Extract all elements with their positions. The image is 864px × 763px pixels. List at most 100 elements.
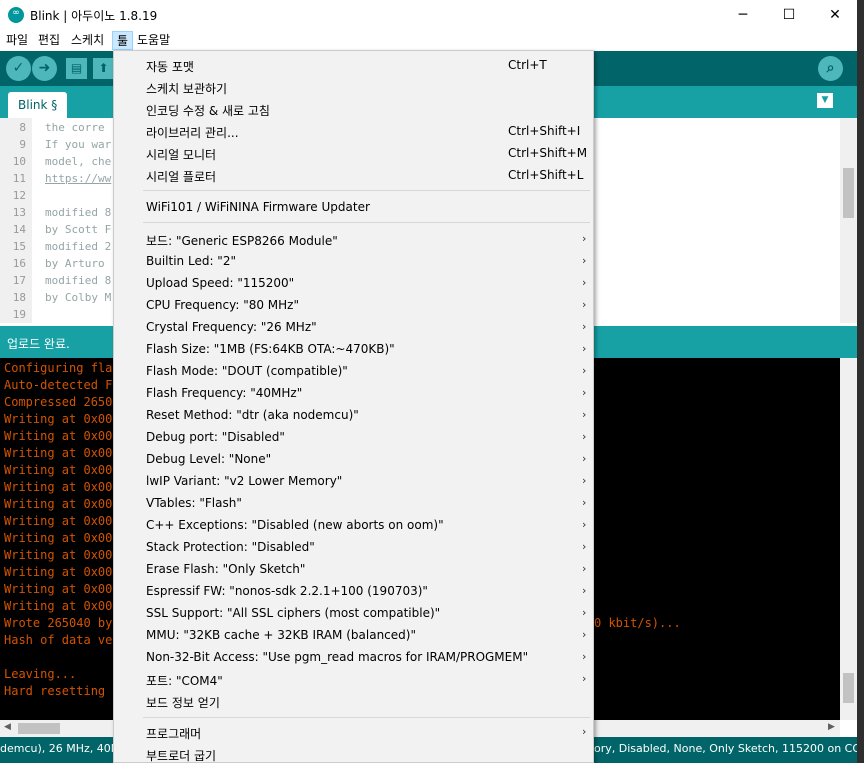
verify-button[interactable]: ✓ <box>6 56 31 81</box>
menu-item-board[interactable]: 보드: "Generic ESP8266 Module" <box>146 232 338 249</box>
menu-item-ssl-support[interactable]: SSL Support: "All SSL ciphers (most comp… <box>146 606 440 620</box>
menu-file[interactable]: 파일 <box>2 31 32 50</box>
scroll-right-icon[interactable]: ▶ <box>828 722 835 732</box>
line-number: 18 <box>12 291 26 304</box>
line-number: 9 <box>19 138 26 151</box>
menu-item-debug-level[interactable]: Debug Level: "None" <box>146 452 271 466</box>
menu-item-port[interactable]: 포트: "COM4" <box>146 672 223 689</box>
menu-separator <box>143 717 590 718</box>
title-bar: ∞ Blink | 아두이노 1.8.19 ─ ☐ ✕ <box>0 0 857 30</box>
submenu-arrow-icon: › <box>582 254 587 267</box>
menu-item-archive-sketch[interactable]: 스케치 보관하기 <box>146 80 227 97</box>
board-info-left: demcu), 26 MHz, 40MH <box>0 742 129 755</box>
menu-item-erase-flash[interactable]: Erase Flash: "Only Sketch" <box>146 562 305 576</box>
code-line: modified 2 <box>45 240 112 253</box>
code-line: the corre <box>45 121 105 134</box>
menu-item-mmu[interactable]: MMU: "32KB cache + 32KB IRAM (balanced)" <box>146 628 416 642</box>
console-line: Writing at 0x00 <box>4 531 113 545</box>
line-number: 14 <box>12 223 26 236</box>
menu-item-espressif-fw[interactable]: Espressif FW: "nonos-sdk 2.2.1+100 (1907… <box>146 584 428 598</box>
submenu-arrow-icon: › <box>582 430 587 443</box>
console-line: Writing at 0x00 <box>4 599 113 613</box>
menu-item-serial-plotter[interactable]: 시리얼 플로터 <box>146 168 216 185</box>
submenu-arrow-icon: › <box>582 232 587 245</box>
submenu-arrow-icon: › <box>582 342 587 355</box>
line-number: 15 <box>12 240 26 253</box>
menu-tools[interactable]: 툴 <box>112 31 134 50</box>
scroll-left-icon[interactable]: ◀ <box>4 722 11 732</box>
maximize-button[interactable]: ☐ <box>766 0 812 30</box>
menu-item-flash-frequency[interactable]: Flash Frequency: "40MHz" <box>146 386 302 400</box>
line-number: 8 <box>19 121 26 134</box>
menu-item-auto-format[interactable]: 자동 포맷 <box>146 58 194 75</box>
editor-scroll-thumb[interactable] <box>843 168 854 218</box>
serial-monitor-button[interactable]: ⌕ <box>818 56 843 81</box>
arduino-ide-window: ∞ Blink | 아두이노 1.8.19 ─ ☐ ✕ 파일 편집 스케치 툴 … <box>0 0 857 763</box>
check-icon: ✓ <box>12 60 25 76</box>
menu-item-reset-method[interactable]: Reset Method: "dtr (aka nodemcu)" <box>146 408 359 422</box>
submenu-arrow-icon: › <box>582 518 587 531</box>
menu-item-non-32-bit-access[interactable]: Non-32-Bit Access: "Use pgm_read macros … <box>146 650 528 664</box>
menu-item-get-board-info[interactable]: 보드 정보 얻기 <box>146 694 220 711</box>
console-vertical-thumb[interactable] <box>843 673 854 703</box>
line-number: 12 <box>12 189 26 202</box>
menu-item-firmware-updater[interactable]: WiFi101 / WiFiNINA Firmware Updater <box>146 200 370 214</box>
code-line: modified 8 <box>45 274 112 287</box>
console-line: Writing at 0x00 <box>4 463 113 477</box>
console-line: Hard resetting v <box>4 684 120 698</box>
submenu-arrow-icon: › <box>582 672 587 685</box>
close-button[interactable]: ✕ <box>812 0 857 30</box>
menu-item-vtables[interactable]: VTables: "Flash" <box>146 496 242 510</box>
console-line: Hash of data ve <box>4 633 113 647</box>
line-number: 17 <box>12 274 26 287</box>
code-line: by Colby M <box>45 291 112 304</box>
submenu-arrow-icon: › <box>582 606 587 619</box>
code-line: by Scott F <box>45 223 112 236</box>
menu-item-flash-size[interactable]: Flash Size: "1MB (FS:64KB OTA:~470KB)" <box>146 342 395 356</box>
tools-menu-dropdown: 자동 포맷 Ctrl+T 스케치 보관하기 인코딩 수정 & 새로 고침 라이브… <box>113 50 594 763</box>
menu-item-crystal-frequency[interactable]: Crystal Frequency: "26 MHz" <box>146 320 317 334</box>
console-line: Writing at 0x00 <box>4 446 113 460</box>
upload-button[interactable]: ➜ <box>32 56 57 81</box>
new-sketch-button[interactable]: ▤ <box>66 58 87 79</box>
menu-item-flash-mode[interactable]: Flash Mode: "DOUT (compatible)" <box>146 364 348 378</box>
menu-edit[interactable]: 편집 <box>34 31 64 50</box>
menu-bar: 파일 편집 스케치 툴 도움말 <box>0 30 857 51</box>
editor-scrollbar[interactable] <box>840 118 857 323</box>
console-rate-text: 0 kbit/s)... <box>594 616 681 630</box>
shortcut-label: Ctrl+Shift+I <box>508 124 581 138</box>
menu-sketch[interactable]: 스케치 <box>67 31 108 50</box>
menu-item-programmer[interactable]: 프로그래머 <box>146 725 201 742</box>
console-line: Writing at 0x00 <box>4 497 113 511</box>
menu-separator <box>143 190 590 191</box>
minimize-button[interactable]: ─ <box>720 0 766 30</box>
menu-item-burn-bootloader[interactable]: 부트로더 굽기 <box>146 747 216 763</box>
menu-item-builtin-led[interactable]: Builtin Led: "2" <box>146 254 236 268</box>
menu-item-stack-protection[interactable]: Stack Protection: "Disabled" <box>146 540 315 554</box>
submenu-arrow-icon: › <box>582 562 587 575</box>
menu-item-lwip-variant[interactable]: lwIP Variant: "v2 Lower Memory" <box>146 474 342 488</box>
menu-item-cpp-exceptions[interactable]: C++ Exceptions: "Disabled (new aborts on… <box>146 518 444 532</box>
menu-item-cpu-frequency[interactable]: CPU Frequency: "80 MHz" <box>146 298 299 312</box>
code-link[interactable]: https://ww <box>45 172 111 185</box>
shortcut-label: Ctrl+T <box>508 58 547 72</box>
submenu-arrow-icon: › <box>582 725 587 738</box>
magnifier-icon: ⌕ <box>826 60 835 76</box>
upload-arrow-icon: ⬆ <box>98 61 109 75</box>
submenu-arrow-icon: › <box>582 584 587 597</box>
submenu-arrow-icon: › <box>582 298 587 311</box>
submenu-arrow-icon: › <box>582 386 587 399</box>
menu-item-debug-port[interactable]: Debug port: "Disabled" <box>146 430 285 444</box>
open-sketch-button[interactable]: ⬆ <box>93 58 114 79</box>
tab-blink[interactable]: Blink § <box>8 92 68 118</box>
menu-help[interactable]: 도움말 <box>133 31 174 50</box>
shortcut-label: Ctrl+Shift+L <box>508 168 584 182</box>
console-vertical-scrollbar[interactable] <box>840 358 857 720</box>
menu-item-serial-monitor[interactable]: 시리얼 모니터 <box>146 146 216 163</box>
console-horizontal-thumb[interactable] <box>18 723 60 734</box>
menu-item-upload-speed[interactable]: Upload Speed: "115200" <box>146 276 294 290</box>
menu-item-fix-encoding[interactable]: 인코딩 수정 & 새로 고침 <box>146 102 270 119</box>
console-line: Configuring fla <box>4 361 113 375</box>
menu-item-manage-libraries[interactable]: 라이브러리 관리... <box>146 124 239 141</box>
tab-menu-button[interactable]: ▼ <box>817 93 833 108</box>
